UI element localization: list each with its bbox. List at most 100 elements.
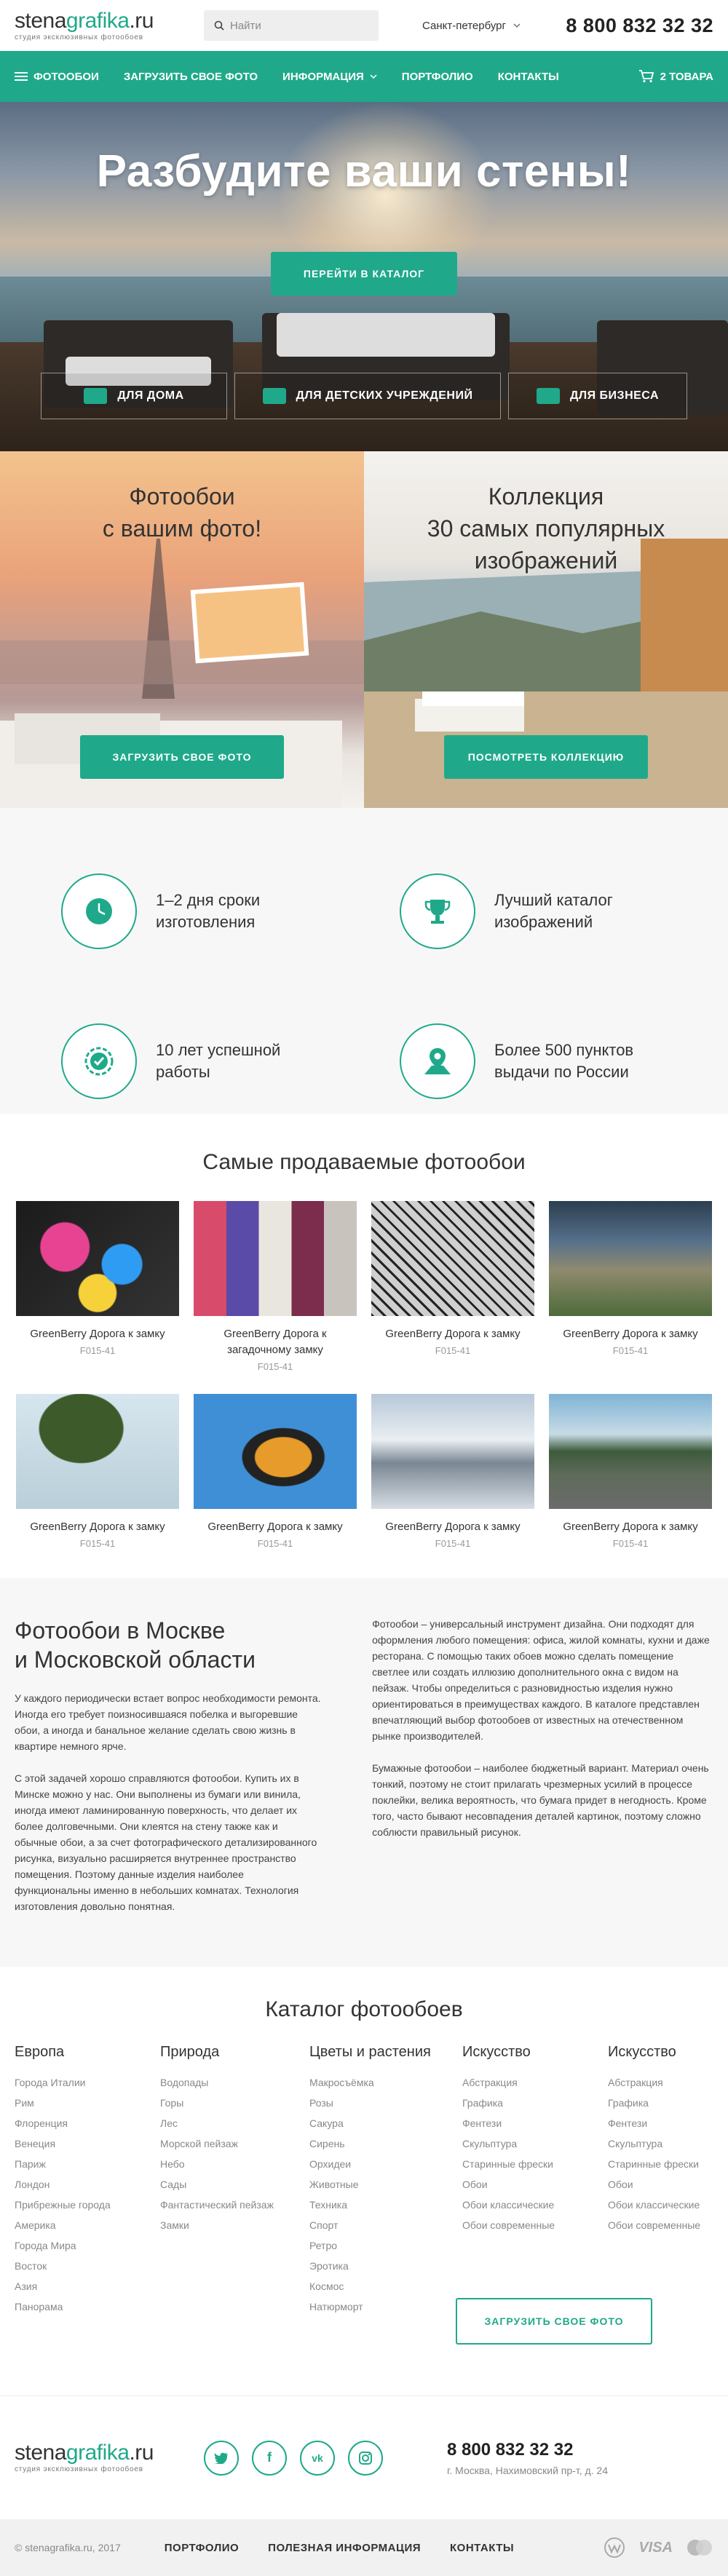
product-card[interactable]: GreenBerry Дорога к замку F015-41 [371, 1394, 534, 1549]
catalog-link[interactable]: Города Мира [15, 2235, 160, 2256]
product-code: F015-41 [79, 1538, 116, 1549]
catalog-link[interactable]: Космос [309, 2276, 462, 2296]
nav-item-upload[interactable]: ЗАГРУЗИТЬ СВОЕ ФОТО [124, 71, 258, 83]
category-label: ДЛЯ ДЕТСКИХ УЧРЕЖДЕНИЙ [296, 389, 473, 402]
footer-phone[interactable]: 8 800 832 32 32 [447, 2440, 608, 2460]
catalog-link[interactable]: Водопады [160, 2072, 309, 2093]
instagram-icon[interactable] [348, 2440, 383, 2476]
catalog-link[interactable]: Рим [15, 2093, 160, 2113]
nav-item-label: ПОРТФОЛИО [401, 70, 473, 83]
product-card[interactable]: GreenBerry Дорога к загадочному замку F0… [194, 1201, 357, 1372]
footer-logo[interactable]: stenagrafika.ru студия эксклюзивных фото… [15, 2442, 182, 2474]
category-business-button[interactable]: ДЛЯ БИЗНЕСА [508, 373, 687, 419]
vk-icon[interactable]: vk [300, 2440, 335, 2476]
catalog-link[interactable]: Графика [462, 2093, 608, 2113]
catalog-column-heading[interactable]: Искусство [608, 2044, 728, 2061]
nav-item-portfolio[interactable]: ПОРТФОЛИО [402, 71, 473, 83]
catalog-link[interactable]: Фентези [462, 2113, 608, 2133]
facebook-icon[interactable]: f [252, 2440, 287, 2476]
catalog-link[interactable]: Флоренция [15, 2113, 160, 2133]
go-to-catalog-button[interactable]: ПЕРЕЙТИ В КАТАЛОГ [271, 252, 457, 296]
catalog-link[interactable]: Панорама [15, 2296, 160, 2317]
catalog-column-heading[interactable]: Европа [15, 2044, 160, 2061]
product-name: GreenBerry Дорога к замку [385, 1328, 521, 1340]
catalog-upload-photo-button[interactable]: ЗАГРУЗИТЬ СВОЕ ФОТО [456, 2298, 652, 2345]
cart-icon [638, 70, 654, 83]
search-input[interactable]: Найти [204, 10, 379, 41]
view-collection-button[interactable]: ПОСМОТРЕТЬ КОЛЛЕКЦИЮ [444, 735, 648, 779]
nav-item-contacts[interactable]: КОНТАКТЫ [498, 71, 559, 83]
chevron-down-icon [513, 23, 521, 28]
promo-title-line: 30 самых популярных [427, 515, 665, 542]
catalog-link[interactable]: Восток [15, 2256, 160, 2276]
catalog-column-heading[interactable]: Искусство [462, 2044, 608, 2061]
catalog-column-heading[interactable]: Цветы и растения [309, 2044, 462, 2061]
category-kids-button[interactable]: ДЛЯ ДЕТСКИХ УЧРЕЖДЕНИЙ [234, 373, 501, 419]
product-image [371, 1201, 534, 1316]
catalog-link[interactable]: Небо [160, 2154, 309, 2174]
promo-section: Фотообои с вашим фото! ЗАГРУЗИТЬ СВОЕ ФО… [0, 451, 728, 808]
product-card[interactable]: GreenBerry Дорога к замку F015-41 [16, 1394, 179, 1549]
catalog-link[interactable]: Натюрморт [309, 2296, 462, 2317]
catalog-link[interactable]: Обои современные [462, 2215, 608, 2235]
catalog-link[interactable]: Лес [160, 2113, 309, 2133]
catalog-link[interactable]: Замки [160, 2215, 309, 2235]
product-card[interactable]: GreenBerry Дорога к замку F015-41 [371, 1201, 534, 1372]
product-name: GreenBerry Дорога к замку [385, 1521, 521, 1533]
cart-button[interactable]: 2 ТОВАРА [638, 70, 713, 83]
catalog-link[interactable]: Орхидеи [309, 2154, 462, 2174]
nav-item-photowalls[interactable]: ФОТООБОИ [15, 71, 99, 83]
catalog-link[interactable]: Сирень [309, 2133, 462, 2154]
catalog-link[interactable]: Обои [608, 2174, 728, 2195]
catalog-link[interactable]: Старинные фрески [462, 2154, 608, 2174]
catalog-link[interactable]: Спорт [309, 2215, 462, 2235]
catalog-link[interactable]: Сады [160, 2174, 309, 2195]
catalog-link[interactable]: Ретро [309, 2235, 462, 2256]
catalog-link[interactable]: Эротика [309, 2256, 462, 2276]
category-home-button[interactable]: ДЛЯ ДОМА [41, 373, 227, 419]
catalog-link[interactable]: Старинные фрески [608, 2154, 728, 2174]
upload-photo-button[interactable]: ЗАГРУЗИТЬ СВОЕ ФОТО [80, 735, 284, 779]
catalog-link[interactable]: Америка [15, 2215, 160, 2235]
catalog-column: Искусство Абстракция Графика Фентези Ску… [462, 2044, 608, 2317]
catalog-link[interactable]: Венеция [15, 2133, 160, 2154]
footer-link-portfolio[interactable]: ПОРТФОЛИО [165, 2542, 239, 2554]
catalog-link[interactable]: Техника [309, 2195, 462, 2215]
catalog-link[interactable]: Животные [309, 2174, 462, 2195]
catalog-link[interactable]: Азия [15, 2276, 160, 2296]
header-phone[interactable]: 8 800 832 32 32 [566, 15, 713, 37]
catalog-link[interactable]: Обои современные [608, 2215, 728, 2235]
product-card[interactable]: GreenBerry Дорога к замку F015-41 [549, 1394, 712, 1549]
city-selector[interactable]: Санкт-петербург [422, 20, 521, 32]
about-title-line: Фотообои в Москве [15, 1617, 226, 1644]
catalog-column-heading[interactable]: Природа [160, 2044, 309, 2061]
catalog-link[interactable]: Прибрежные города [15, 2195, 160, 2215]
logo[interactable]: stenagrafika.ru студия эксклюзивных фото… [15, 9, 182, 41]
catalog-link[interactable]: Графика [608, 2093, 728, 2113]
catalog-link[interactable]: Скульптура [462, 2133, 608, 2154]
catalog-link[interactable]: Города Италии [15, 2072, 160, 2093]
catalog-link[interactable]: Фентези [608, 2113, 728, 2133]
product-card[interactable]: GreenBerry Дорога к замку F015-41 [194, 1394, 357, 1549]
footer-bottom-bar: © stenagrafika.ru, 2017 ПОРТФОЛИО ПОЛЕЗН… [0, 2519, 728, 2576]
catalog-link[interactable]: Сакура [309, 2113, 462, 2133]
catalog-link[interactable]: Абстракция [608, 2072, 728, 2093]
catalog-link[interactable]: Макросъёмка [309, 2072, 462, 2093]
catalog-link[interactable]: Морской пейзаж [160, 2133, 309, 2154]
catalog-link[interactable]: Обои [462, 2174, 608, 2195]
catalog-link[interactable]: Обои классические [608, 2195, 728, 2215]
product-card[interactable]: GreenBerry Дорога к замку F015-41 [16, 1201, 179, 1372]
catalog-link[interactable]: Розы [309, 2093, 462, 2113]
catalog-link[interactable]: Обои классические [462, 2195, 608, 2215]
catalog-link[interactable]: Лондон [15, 2174, 160, 2195]
catalog-link[interactable]: Горы [160, 2093, 309, 2113]
nav-item-info[interactable]: ИНФОРМАЦИЯ [282, 71, 377, 83]
catalog-link[interactable]: Париж [15, 2154, 160, 2174]
catalog-link[interactable]: Абстракция [462, 2072, 608, 2093]
footer-link-contacts[interactable]: КОНТАКТЫ [450, 2542, 514, 2554]
product-card[interactable]: GreenBerry Дорога к замку F015-41 [549, 1201, 712, 1372]
footer-link-info[interactable]: ПОЛЕЗНАЯ ИНФОРМАЦИЯ [268, 2542, 421, 2554]
catalog-link[interactable]: Скульптура [608, 2133, 728, 2154]
twitter-icon[interactable] [204, 2440, 239, 2476]
catalog-link[interactable]: Фантастический пейзаж [160, 2195, 309, 2215]
